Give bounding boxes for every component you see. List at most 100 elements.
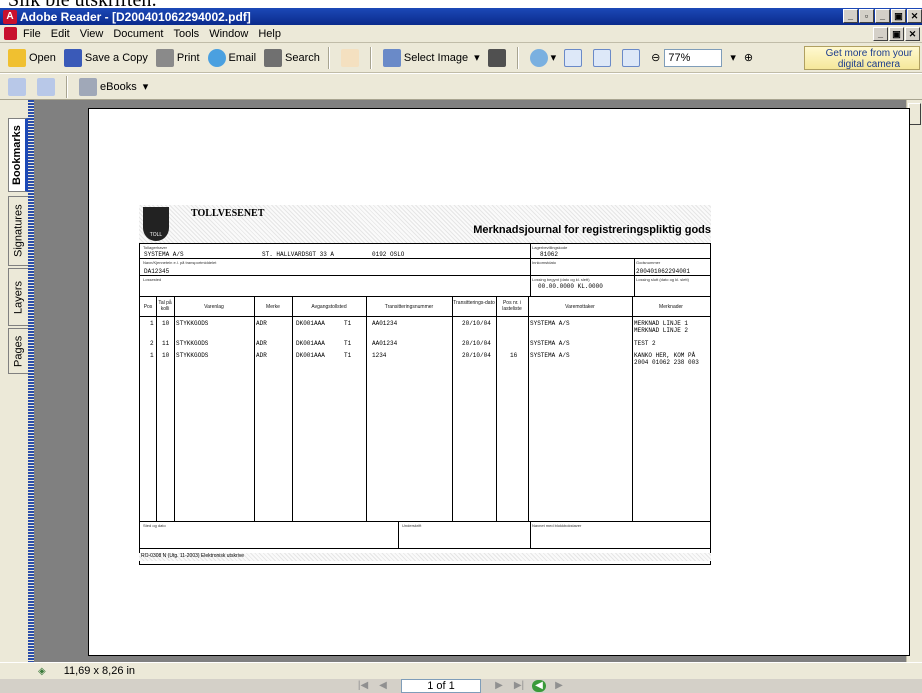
last-page-button[interactable]: ▶| bbox=[512, 680, 526, 692]
hand-tool-button[interactable] bbox=[340, 48, 362, 67]
minimize-button[interactable]: _ bbox=[843, 9, 858, 23]
ebooks-button[interactable]: eBooks ▾ bbox=[79, 77, 148, 96]
doc-restore-button[interactable]: ▣ bbox=[889, 27, 904, 41]
divider bbox=[530, 522, 531, 548]
chevron-down-icon[interactable]: ▾ bbox=[551, 51, 557, 64]
divider bbox=[140, 275, 710, 276]
rotate-page-icon bbox=[8, 77, 26, 96]
fit-page-button[interactable] bbox=[593, 48, 614, 67]
menu-file[interactable]: File bbox=[23, 28, 41, 40]
adobe-reader-icon: A bbox=[3, 9, 17, 24]
zoom-in-plus-button[interactable]: ⊕ bbox=[744, 51, 753, 64]
divider bbox=[530, 244, 531, 296]
label-lossing-slutt: Lossing slutt (dato og kl. slett) bbox=[636, 277, 689, 282]
divider bbox=[174, 296, 175, 522]
label-tollagerhaver: Tollagerhaver bbox=[143, 245, 168, 250]
zoom-input[interactable]: 77% bbox=[664, 48, 723, 67]
value-address: ST. HALLVARDSGT 33 A bbox=[262, 251, 335, 258]
page-navigation-bar: |◀ ◀ 1 of 1 ▶ ▶| ◀ ▶ bbox=[0, 679, 922, 693]
divider bbox=[292, 296, 293, 522]
tab-signatures[interactable]: Signatures bbox=[8, 196, 28, 266]
open-button[interactable]: Open bbox=[8, 48, 56, 67]
cell-mottaker: SYSTEMA A/S bbox=[530, 320, 570, 327]
cell-t: T1 bbox=[344, 352, 352, 359]
menu-window[interactable]: Window bbox=[209, 28, 248, 40]
restore-button[interactable]: ▫ bbox=[859, 9, 874, 23]
cell-merknad-2: MERKNAD LINJE 2 bbox=[634, 327, 689, 334]
organization-name: TOLLVESENET bbox=[191, 208, 265, 219]
menu-document[interactable]: Document bbox=[113, 28, 163, 40]
menu-bar: File Edit View Document Tools Window Hel… bbox=[0, 25, 922, 43]
cell-pos: 2 bbox=[150, 340, 154, 347]
cell-mottaker: SYSTEMA A/S bbox=[530, 352, 570, 359]
actual-size-button[interactable] bbox=[564, 48, 585, 67]
minus-circle-icon: ⊖ bbox=[651, 52, 661, 64]
chevron-down-icon[interactable]: ▾ bbox=[474, 51, 480, 64]
doc-close-button[interactable]: ✕ bbox=[905, 27, 920, 41]
cell-dato: 20/10/04 bbox=[462, 352, 491, 359]
menu-tools[interactable]: Tools bbox=[174, 28, 200, 40]
signature-block: Sted og dato Underskrift Navnet med blok… bbox=[139, 521, 711, 549]
divider bbox=[496, 296, 497, 522]
go-back-icon[interactable]: ◀ bbox=[532, 680, 546, 692]
zoom-in-button[interactable]: ▾ bbox=[529, 48, 557, 67]
cell-merke: ADR bbox=[256, 320, 267, 327]
divider bbox=[254, 296, 255, 522]
binoculars-icon bbox=[264, 48, 283, 67]
menu-view[interactable]: View bbox=[80, 28, 104, 40]
divider bbox=[140, 316, 710, 317]
select-image-icon bbox=[382, 48, 401, 67]
tab-pages[interactable]: Pages bbox=[8, 328, 28, 374]
minimize-button-2[interactable]: _ bbox=[875, 9, 890, 23]
previous-page-button[interactable]: ◀ bbox=[376, 680, 390, 692]
window-controls: _ ▫ _ ▣ ✕ bbox=[843, 9, 922, 23]
cell-vare: STYKKGODS bbox=[176, 320, 209, 327]
page-number-input[interactable]: 1 of 1 bbox=[401, 679, 481, 693]
value-postal: 0192 OSLO bbox=[372, 251, 405, 258]
rotate-button[interactable] bbox=[8, 77, 29, 96]
toolbar-separator bbox=[66, 75, 67, 98]
snapshot-button[interactable] bbox=[487, 48, 509, 67]
fit-width-button[interactable] bbox=[622, 48, 643, 67]
page-layout-button[interactable] bbox=[37, 77, 58, 96]
cell-avgang: DK001AAA bbox=[296, 340, 325, 347]
tab-bookmarks[interactable]: Bookmarks bbox=[8, 118, 28, 192]
menu-help[interactable]: Help bbox=[258, 28, 281, 40]
print-button[interactable]: Print bbox=[155, 48, 200, 67]
col-pos: Pos bbox=[143, 304, 153, 310]
next-page-button[interactable]: ▶ bbox=[492, 680, 506, 692]
menu-edit[interactable]: Edit bbox=[51, 28, 70, 40]
cell-merknad: KANKO HER, KOM PÅ bbox=[634, 352, 696, 359]
divider bbox=[528, 296, 529, 522]
page-size: 11,69 x 8,26 in bbox=[63, 665, 136, 677]
col-kolli: Tal på kolli bbox=[158, 300, 172, 312]
actual-size-icon bbox=[564, 48, 583, 67]
label-lossested: Lossested bbox=[143, 277, 162, 282]
cell-pos: 1 bbox=[150, 320, 154, 327]
camera-promo-button[interactable]: Get more from your digital camera bbox=[804, 46, 920, 70]
email-button[interactable]: Email bbox=[207, 48, 256, 67]
cell-trans: AA01234 bbox=[372, 320, 398, 327]
navigation-pane-splitter[interactable] bbox=[28, 100, 34, 662]
cell-avgang: DK001AAA bbox=[296, 320, 325, 327]
chevron-down-icon[interactable]: ▾ bbox=[730, 51, 736, 64]
zoom-out-button[interactable]: ⊖ bbox=[651, 51, 660, 64]
save-copy-button[interactable]: Save a Copy bbox=[63, 48, 148, 67]
go-forward-icon[interactable]: ▶ bbox=[552, 680, 566, 692]
tab-layers[interactable]: Layers bbox=[8, 268, 28, 326]
select-image-button[interactable]: Select Image ▾ bbox=[382, 48, 480, 67]
pdf-page: TOLL TOLLVESENET Merknadsjournal for reg… bbox=[88, 108, 910, 656]
cell-t: T1 bbox=[344, 340, 352, 347]
close-button[interactable]: ✕ bbox=[907, 9, 922, 23]
doc-minimize-button[interactable]: _ bbox=[873, 27, 888, 41]
col-varenlag: Varenlag bbox=[204, 304, 224, 310]
document-icon[interactable] bbox=[4, 27, 17, 40]
first-page-button[interactable]: |◀ bbox=[356, 680, 370, 692]
cell-merknad: TEST 2 bbox=[634, 340, 656, 347]
horizontal-scrollbar[interactable] bbox=[146, 663, 906, 678]
folder-icon bbox=[8, 48, 26, 67]
search-button[interactable]: Search bbox=[264, 48, 320, 67]
restore-button-2[interactable]: ▣ bbox=[891, 9, 906, 23]
col-merknader: Merknader bbox=[659, 304, 683, 310]
main-toolbar: Open Save a Copy Print Email Search Sele… bbox=[0, 43, 922, 73]
